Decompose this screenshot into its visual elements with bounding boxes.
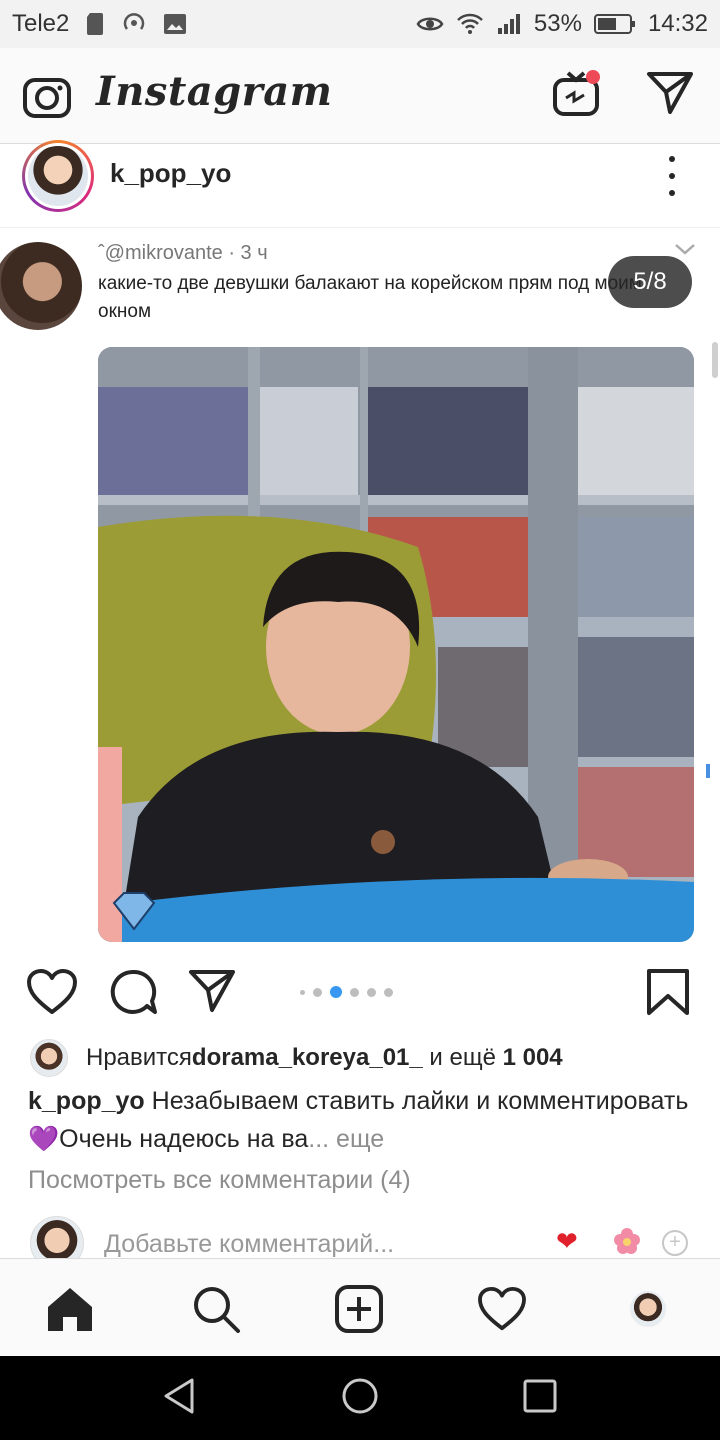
likes-count[interactable]: 1 004	[503, 1044, 563, 1072]
gallery-icon	[164, 14, 187, 34]
tab-activity[interactable]	[476, 1283, 528, 1335]
status-bar: Tele2 53% 14:32	[0, 0, 720, 48]
home-icon	[48, 1288, 92, 1331]
system-navigation-bar	[0, 1356, 720, 1440]
like-icon[interactable]	[26, 968, 78, 1016]
eye-icon	[416, 17, 444, 31]
tab-home[interactable]	[44, 1283, 96, 1335]
profile-avatar	[630, 1291, 666, 1327]
caption-more-link[interactable]: ... еще	[308, 1125, 384, 1153]
post-media[interactable]: ˆ@mikrovante · 3 ч какие-то две девушки …	[0, 228, 720, 960]
notification-dot	[586, 70, 600, 84]
search-icon	[194, 1287, 240, 1333]
post-header: k_pop_yo	[0, 140, 720, 228]
post-author-avatar[interactable]	[22, 140, 94, 212]
heart-emoji-icon[interactable]: ❤	[556, 1226, 578, 1257]
scroll-marker	[706, 764, 710, 778]
activity-heart-icon	[478, 1286, 526, 1331]
share-icon[interactable]	[188, 968, 236, 1014]
hotspot-icon	[124, 13, 145, 30]
view-all-comments-link[interactable]: Посмотреть все комментарии (4)	[28, 1166, 411, 1195]
tweet-meta: ˆ@mikrovante · 3 ч	[98, 242, 268, 264]
flower-emoji-icon[interactable]	[612, 1226, 642, 1256]
add-post-icon	[335, 1285, 383, 1333]
post-author-username[interactable]: k_pop_yo	[110, 158, 231, 189]
battery-percent: 53%	[533, 10, 582, 37]
bookmark-icon[interactable]	[646, 968, 690, 1016]
carrier-label: Tele2	[12, 10, 70, 37]
app-header: Instagram	[0, 48, 720, 144]
tab-profile[interactable]	[622, 1283, 674, 1335]
carousel-counter: 5/8	[608, 256, 692, 308]
likes-middle: и ещё	[422, 1044, 503, 1071]
tab-new-post[interactable]	[333, 1283, 385, 1335]
carousel-indicator	[300, 986, 393, 998]
caption-username[interactable]: k_pop_yo	[28, 1087, 145, 1115]
wifi-icon	[457, 13, 483, 34]
post-action-bar	[0, 960, 720, 1030]
comment-icon[interactable]	[108, 968, 158, 1016]
tab-search[interactable]	[190, 1283, 242, 1335]
likes-row[interactable]: Нравится dorama_koreya_01_ и ещё 1 004	[30, 1038, 563, 1078]
camera-icon[interactable]	[22, 72, 72, 120]
scrollbar[interactable]	[712, 342, 718, 378]
liker-avatar	[30, 1039, 68, 1077]
add-comment-input[interactable]: Добавьте комментарий...	[104, 1230, 394, 1259]
bottom-tab-bar	[0, 1258, 720, 1356]
clock: 14:32	[647, 10, 708, 37]
tweet-photo	[98, 347, 694, 942]
tweet-author-avatar	[0, 242, 82, 330]
add-comment-row: Добавьте комментарий... ❤ +	[0, 1212, 720, 1270]
recents-icon[interactable]	[520, 1376, 560, 1416]
likes-prefix: Нравится	[86, 1044, 192, 1071]
instagram-logo[interactable]: Instagram	[96, 68, 333, 115]
back-icon[interactable]	[160, 1376, 200, 1416]
post-caption: k_pop_yo Незабываем ставить лайки и комм…	[28, 1082, 698, 1158]
battery-icon	[593, 14, 635, 34]
home-nav-icon[interactable]	[340, 1376, 380, 1416]
signal-icon	[497, 14, 520, 34]
direct-icon[interactable]	[646, 70, 694, 116]
liker-username[interactable]: dorama_koreya_01_	[192, 1044, 423, 1072]
more-options-icon[interactable]	[660, 156, 684, 196]
chevron-down-icon	[675, 244, 695, 255]
sd-card-icon	[87, 13, 104, 35]
add-emoji-icon[interactable]: +	[662, 1230, 688, 1256]
